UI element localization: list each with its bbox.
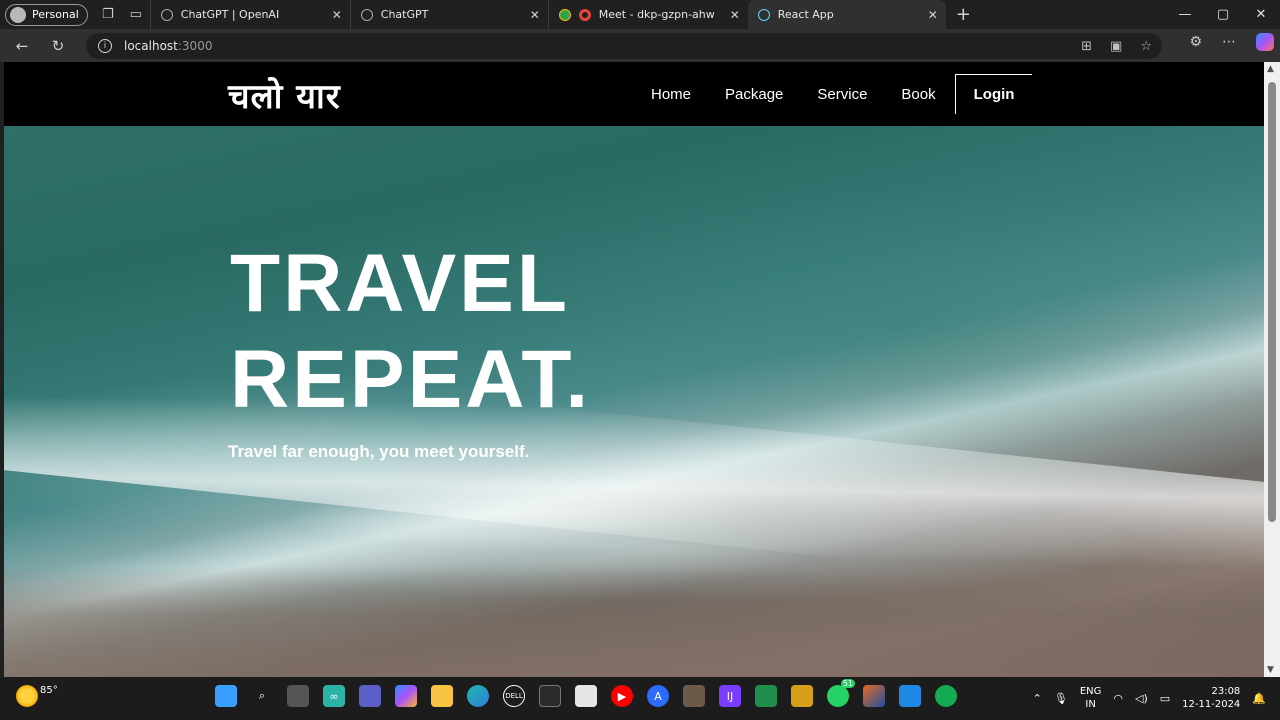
minimize-icon[interactable]: — bbox=[1166, 0, 1204, 29]
chevron-up-icon[interactable]: ⌃ bbox=[1033, 692, 1042, 705]
taskbar-apps: ⌕ ∞ DELL ▶ A IJ 51 bbox=[215, 679, 957, 707]
scroll-thumb[interactable] bbox=[1268, 82, 1276, 522]
tab-title: ChatGPT | OpenAI bbox=[180, 8, 280, 21]
url-actions: ⊞ ▣ ☆ bbox=[1081, 39, 1152, 54]
tab-chatgpt-openai[interactable]: ChatGPT | OpenAI ✕ bbox=[149, 0, 350, 29]
recording-icon bbox=[578, 8, 591, 21]
wifi-icon[interactable]: ◠ bbox=[1113, 692, 1123, 705]
page-scrollbar[interactable]: ▲ ▼ bbox=[1264, 62, 1280, 677]
teams-icon[interactable] bbox=[359, 685, 381, 707]
meet-icon bbox=[558, 8, 571, 21]
battery-icon[interactable]: ▭ bbox=[1160, 692, 1170, 705]
close-icon[interactable]: ✕ bbox=[530, 8, 540, 22]
tab-meet[interactable]: Meet - dkp-gzpn-ahw ✕ bbox=[547, 0, 748, 29]
window-controls: — ▢ ✕ bbox=[1166, 0, 1280, 29]
vscode-icon[interactable] bbox=[899, 685, 921, 707]
matlab-icon[interactable] bbox=[863, 685, 885, 707]
language-indicator[interactable]: ENG IN bbox=[1080, 685, 1102, 711]
app-icon-a[interactable]: A bbox=[647, 685, 669, 707]
login-button[interactable]: Login bbox=[954, 74, 1033, 114]
tab-title: React App bbox=[777, 8, 834, 21]
site-logo[interactable]: चलो यार bbox=[228, 72, 341, 118]
file-explorer-icon[interactable] bbox=[431, 685, 453, 707]
app-icon-tools[interactable] bbox=[791, 685, 813, 707]
tab-chatgpt[interactable]: ChatGPT ✕ bbox=[349, 0, 548, 29]
close-icon[interactable]: ✕ bbox=[730, 8, 740, 22]
copilot-icon[interactable] bbox=[1256, 33, 1274, 51]
address-bar: ← ↻ i localhost:3000 ⊞ ▣ ☆ ⚙ ⋯ bbox=[0, 29, 1280, 62]
react-icon bbox=[757, 8, 770, 21]
close-window-icon[interactable]: ✕ bbox=[1242, 0, 1280, 29]
hero-line-2: REPEAT. bbox=[230, 334, 592, 425]
workspaces-icon[interactable]: ❐ bbox=[94, 4, 122, 26]
weather-sun-icon bbox=[16, 685, 38, 707]
site-navbar: चलो यार Home Package Service Book Login bbox=[4, 62, 1264, 126]
site-menu: Home Package Service Book Login bbox=[634, 74, 1033, 114]
mongodb-compass-icon[interactable] bbox=[935, 685, 957, 707]
youtube-music-icon[interactable]: ▶ bbox=[611, 685, 633, 707]
hero-headline: TRAVEL REPEAT. bbox=[230, 236, 591, 428]
search-icon[interactable]: ⌕ bbox=[251, 685, 273, 707]
toolbar-icons: ⚙ ⋯ bbox=[1189, 33, 1274, 51]
maximize-icon[interactable]: ▢ bbox=[1204, 0, 1242, 29]
nav-book[interactable]: Book bbox=[884, 86, 952, 103]
whatsapp-badge: 51 bbox=[840, 679, 855, 688]
scroll-up-icon[interactable]: ▲ bbox=[1267, 64, 1274, 74]
scroll-down-icon[interactable]: ▼ bbox=[1267, 665, 1274, 675]
windows-taskbar: 85° ⌕ ∞ DELL ▶ A IJ 51 ⌃ 🎙 ENG IN ◠ ◁) ▭… bbox=[0, 677, 1280, 720]
dell-icon[interactable]: DELL bbox=[503, 685, 525, 707]
tab-title: Meet - dkp-gzpn-ahw bbox=[598, 8, 715, 21]
openai-icon bbox=[360, 8, 373, 21]
nav-home[interactable]: Home bbox=[634, 86, 708, 103]
tab-react-app[interactable]: React App ✕ bbox=[747, 0, 946, 29]
snipping-icon[interactable] bbox=[575, 685, 597, 707]
edge-icon[interactable] bbox=[467, 685, 489, 707]
store-icon[interactable] bbox=[539, 685, 561, 707]
app-available-icon[interactable]: ⊞ bbox=[1081, 39, 1092, 54]
read-aloud-icon[interactable]: ▣ bbox=[1110, 39, 1122, 54]
system-tray: ⌃ 🎙 ENG IN ◠ ◁) ▭ 23:08 12-11-2024 🔔 bbox=[1033, 685, 1266, 711]
widgets-icon[interactable]: ∞ bbox=[323, 685, 345, 707]
extensions-icon[interactable]: ⚙ bbox=[1189, 34, 1202, 50]
avatar bbox=[10, 6, 26, 23]
new-tab-icon[interactable]: + bbox=[956, 4, 971, 25]
profile-button[interactable]: Personal bbox=[5, 3, 88, 26]
app-icon-photo[interactable] bbox=[683, 685, 705, 707]
weather-widget[interactable]: 85° bbox=[16, 685, 58, 707]
copilot-app-icon[interactable] bbox=[395, 685, 417, 707]
whatsapp-icon[interactable]: 51 bbox=[827, 679, 855, 707]
microphone-icon[interactable]: 🎙 bbox=[1054, 692, 1068, 705]
hero-section: TRAVEL REPEAT. Travel far enough, you me… bbox=[4, 126, 1264, 677]
hero-background-sand bbox=[4, 566, 1264, 677]
nav-package[interactable]: Package bbox=[708, 86, 800, 103]
profile-label: Personal bbox=[32, 8, 79, 21]
openai-icon bbox=[160, 8, 173, 21]
close-icon[interactable]: ✕ bbox=[928, 8, 938, 22]
clock[interactable]: 23:08 12-11-2024 bbox=[1182, 685, 1240, 711]
start-icon[interactable] bbox=[215, 685, 237, 707]
reload-icon[interactable]: ↻ bbox=[40, 29, 76, 62]
back-icon[interactable]: ← bbox=[4, 29, 40, 62]
page-viewport: चलो यार Home Package Service Book Login … bbox=[4, 62, 1264, 677]
browser-tab-bar: Personal ❐ ▭ ChatGPT | OpenAI ✕ ChatGPT … bbox=[0, 0, 1280, 29]
favorite-star-icon[interactable]: ☆ bbox=[1140, 39, 1152, 54]
excel-icon[interactable] bbox=[755, 685, 777, 707]
volume-icon[interactable]: ◁) bbox=[1135, 692, 1148, 705]
tab-title: ChatGPT bbox=[380, 8, 429, 21]
site-info-icon[interactable]: i bbox=[98, 39, 112, 53]
intellij-icon[interactable]: IJ bbox=[719, 685, 741, 707]
hero-line-1: TRAVEL bbox=[230, 238, 570, 329]
task-view-icon[interactable] bbox=[287, 685, 309, 707]
url-text: localhost:3000 bbox=[124, 39, 213, 53]
tab-actions-icon[interactable]: ▭ bbox=[122, 4, 150, 26]
hero-tagline: Travel far enough, you meet yourself. bbox=[228, 442, 530, 461]
notification-bell-icon[interactable]: 🔔 bbox=[1252, 692, 1266, 705]
url-field[interactable]: i localhost:3000 ⊞ ▣ ☆ bbox=[86, 33, 1162, 59]
more-icon[interactable]: ⋯ bbox=[1222, 34, 1236, 50]
temperature: 85° bbox=[40, 684, 58, 696]
nav-service[interactable]: Service bbox=[800, 86, 884, 103]
close-icon[interactable]: ✕ bbox=[332, 8, 342, 22]
